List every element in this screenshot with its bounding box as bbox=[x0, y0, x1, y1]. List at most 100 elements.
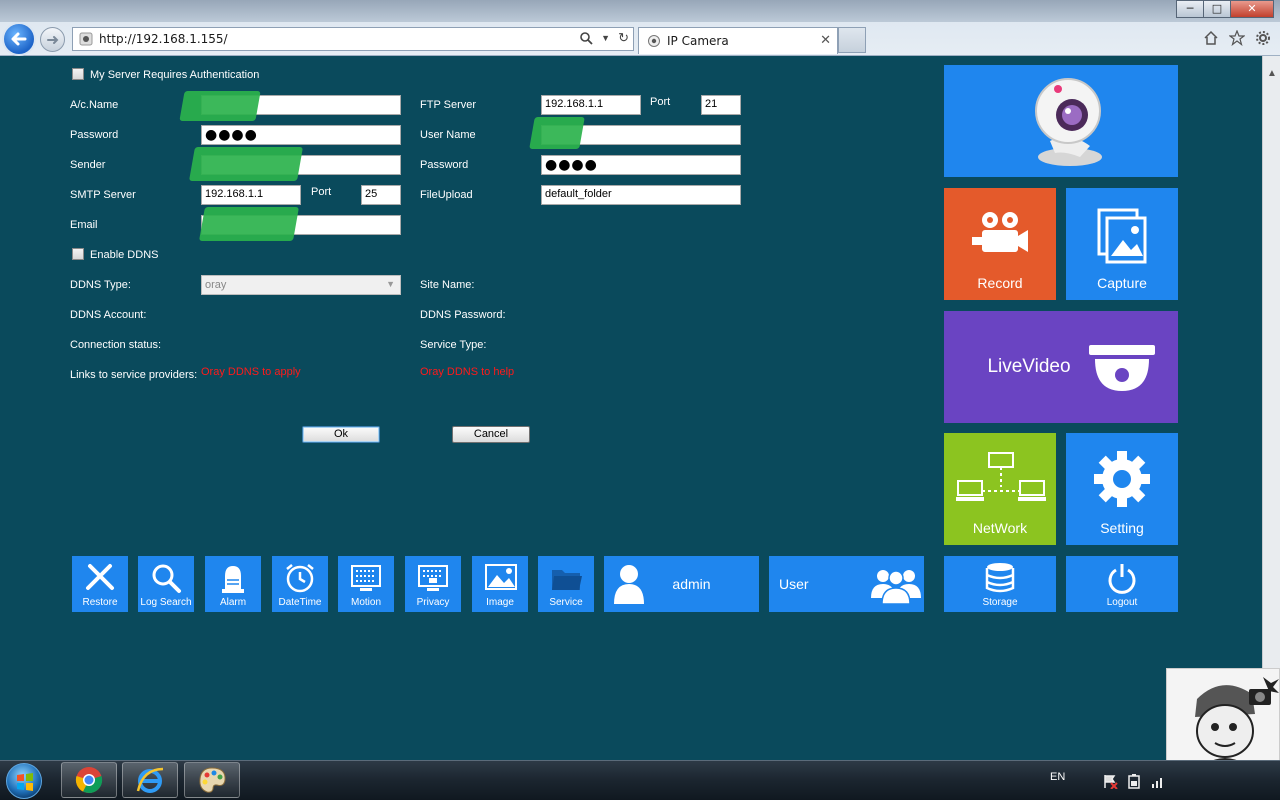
tools-gear-icon[interactable] bbox=[1254, 29, 1272, 47]
log-search-button[interactable]: Log Search bbox=[138, 556, 194, 612]
close-window-button[interactable]: ✕ bbox=[1230, 0, 1274, 18]
ftp-server-input[interactable]: 192.168.1.1 bbox=[541, 95, 641, 115]
scrollbar[interactable]: ▲ bbox=[1262, 56, 1280, 668]
start-button[interactable] bbox=[6, 763, 42, 799]
ftp-port-input[interactable]: 21 bbox=[701, 95, 741, 115]
power-icon bbox=[1108, 564, 1136, 594]
video-camera-icon bbox=[972, 212, 1028, 252]
new-tab-button[interactable] bbox=[838, 27, 866, 53]
redaction-mark bbox=[179, 91, 261, 121]
folder-icon bbox=[552, 570, 582, 590]
windows-logo-icon bbox=[17, 773, 33, 791]
flag-icon[interactable] bbox=[1102, 773, 1118, 790]
cancel-button[interactable]: Cancel bbox=[452, 426, 530, 443]
datetime-button[interactable]: DateTime bbox=[272, 556, 328, 612]
restore-label: Restore bbox=[82, 597, 118, 608]
network-label: NetWork bbox=[972, 520, 1028, 536]
paint-taskbar-button[interactable] bbox=[184, 762, 240, 798]
ddns-type-select[interactable]: oray ▼ bbox=[201, 275, 401, 295]
ddns-type-label: DDNS Type: bbox=[70, 279, 131, 291]
minimize-button[interactable]: ─ bbox=[1176, 0, 1204, 18]
chevron-down-icon: ▼ bbox=[386, 279, 395, 289]
privacy-grid-icon bbox=[418, 565, 448, 591]
email-label: Email bbox=[70, 219, 98, 231]
chrome-taskbar-button[interactable] bbox=[61, 762, 117, 798]
search-icon[interactable] bbox=[579, 31, 593, 45]
alarm-button[interactable]: Alarm bbox=[205, 556, 261, 612]
image-button[interactable]: Image bbox=[472, 556, 528, 612]
ie-taskbar-button[interactable] bbox=[122, 762, 178, 798]
setting-label: Setting bbox=[1100, 520, 1144, 536]
auth-checkbox[interactable] bbox=[72, 68, 84, 80]
address-bar-actions: ▼ ↻ bbox=[579, 30, 629, 46]
title-bar bbox=[0, 0, 1280, 22]
maximize-button[interactable]: □ bbox=[1203, 0, 1231, 18]
fileupload-label: FileUpload bbox=[420, 189, 473, 201]
record-tile[interactable]: Record bbox=[944, 188, 1056, 300]
scroll-up-icon[interactable]: ▲ bbox=[1265, 68, 1279, 82]
favorites-star-icon[interactable] bbox=[1228, 29, 1246, 47]
datetime-label: DateTime bbox=[278, 597, 322, 608]
enable-ddns-checkbox[interactable] bbox=[72, 248, 84, 260]
back-arrow-icon bbox=[11, 32, 27, 46]
privacy-label: Privacy bbox=[416, 597, 450, 608]
network-icon bbox=[956, 452, 1046, 501]
ftp-server-label: FTP Server bbox=[420, 99, 477, 111]
forward-button[interactable] bbox=[40, 27, 65, 52]
logout-tile[interactable]: Logout bbox=[1066, 556, 1178, 612]
fileupload-input[interactable]: default_folder bbox=[541, 185, 741, 205]
capture-label: Capture bbox=[1097, 275, 1147, 291]
restore-button[interactable]: Restore bbox=[72, 556, 128, 612]
image-label: Image bbox=[486, 597, 514, 608]
home-icon[interactable] bbox=[1202, 29, 1220, 47]
storage-tile[interactable]: Storage bbox=[944, 556, 1056, 612]
ok-button[interactable]: Ok bbox=[302, 426, 380, 443]
back-button[interactable] bbox=[2, 22, 36, 56]
smtp-server-label: SMTP Server bbox=[70, 189, 136, 201]
camera-tile[interactable] bbox=[944, 65, 1178, 177]
ddns-account-label: DDNS Account: bbox=[70, 309, 147, 321]
database-icon bbox=[985, 563, 1015, 593]
oray-help-link[interactable]: Oray DDNS to help bbox=[420, 366, 514, 378]
setting-tile[interactable]: Setting bbox=[1066, 433, 1178, 545]
webcam-icon bbox=[1035, 78, 1102, 166]
user-tile[interactable]: User bbox=[769, 556, 924, 612]
url-text[interactable]: http://192.168.1.155/ bbox=[99, 32, 228, 46]
smtp-server-input[interactable]: 192.168.1.1 bbox=[201, 185, 301, 205]
log-search-label: Log Search bbox=[140, 597, 192, 608]
smtp-port-label: Port bbox=[311, 186, 332, 198]
page-icon bbox=[79, 32, 93, 46]
admin-tile[interactable]: admin bbox=[604, 556, 759, 612]
ddns-type-value: oray bbox=[205, 279, 227, 291]
ftp-password-input[interactable]: ●●●● bbox=[541, 155, 741, 175]
smtp-port-input[interactable]: 25 bbox=[361, 185, 401, 205]
network-tile[interactable]: NetWork bbox=[944, 433, 1056, 545]
ftp-port-label: Port bbox=[650, 96, 671, 108]
address-bar[interactable]: http://192.168.1.155/ ▼ ↻ bbox=[72, 27, 634, 51]
privacy-button[interactable]: Privacy bbox=[405, 556, 461, 612]
service-type-label: Service Type: bbox=[420, 339, 487, 351]
motion-button[interactable]: Motion bbox=[338, 556, 394, 612]
oray-apply-link[interactable]: Oray DDNS to apply bbox=[201, 366, 301, 378]
language-indicator[interactable]: EN bbox=[1050, 771, 1065, 783]
capture-tile[interactable]: Capture bbox=[1066, 188, 1178, 300]
redaction-mark bbox=[189, 147, 303, 181]
tab-ip-camera[interactable]: IP Camera ✕ bbox=[638, 27, 838, 54]
internet-explorer-icon bbox=[136, 767, 164, 793]
record-label: Record bbox=[977, 275, 1023, 291]
forward-arrow-icon bbox=[46, 35, 58, 44]
monitor-grid-icon bbox=[351, 565, 381, 591]
search-icon bbox=[152, 564, 181, 593]
user-icon bbox=[614, 565, 644, 604]
signal-icon[interactable] bbox=[1150, 773, 1166, 789]
livevideo-tile[interactable]: LiveVideo bbox=[944, 311, 1178, 423]
service-button[interactable]: Service bbox=[538, 556, 594, 612]
users-group-icon bbox=[871, 570, 921, 604]
dropdown-arrow-icon[interactable]: ▼ bbox=[601, 33, 610, 43]
alarm-clock-icon bbox=[286, 564, 314, 593]
refresh-icon[interactable]: ↻ bbox=[618, 30, 629, 46]
battery-icon[interactable] bbox=[1126, 773, 1142, 789]
enable-ddns-label: Enable DDNS bbox=[90, 249, 159, 261]
password-input[interactable]: ●●●● bbox=[201, 125, 401, 145]
close-tab-icon[interactable]: ✕ bbox=[820, 33, 831, 48]
